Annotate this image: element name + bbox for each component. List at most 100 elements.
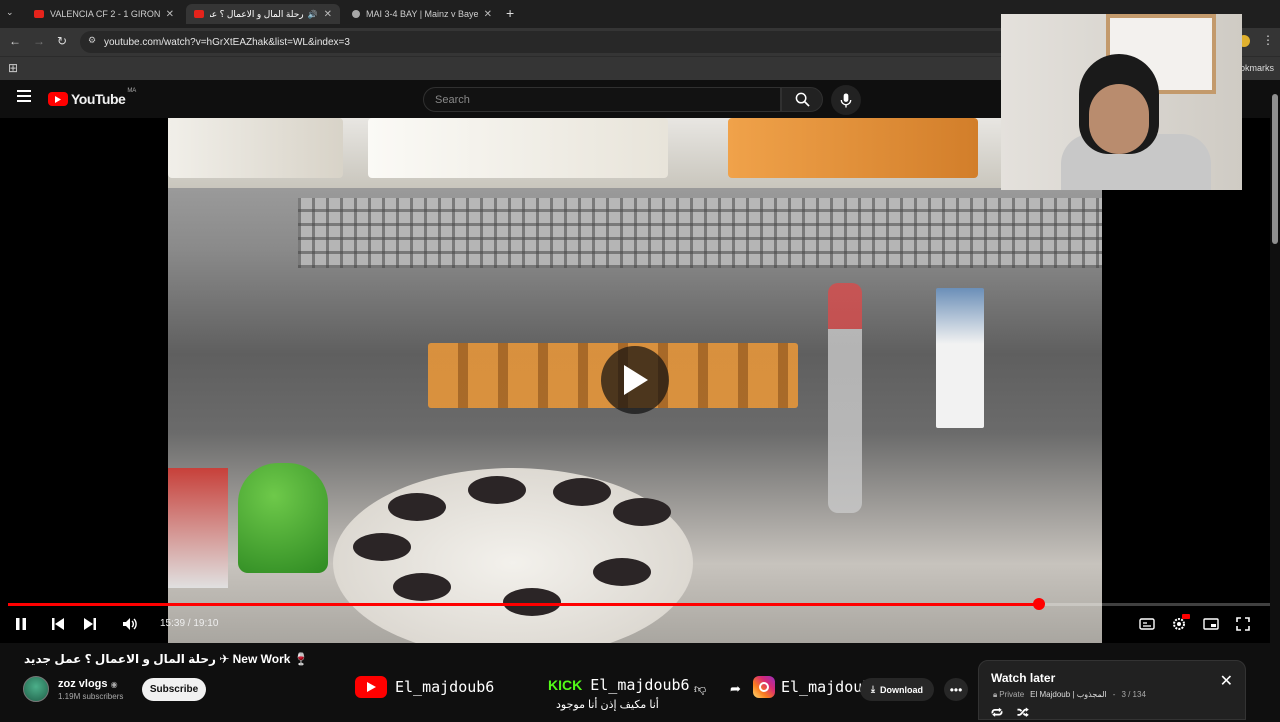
tab-title: MAI 3-4 BAY | Mainz v Bayern M bbox=[366, 9, 478, 19]
cookie bbox=[393, 573, 451, 601]
playlist-meta: 🔒︎ Private El Majdoub | المجذوب - 3 / 13… bbox=[993, 690, 1146, 700]
channel-avatar[interactable] bbox=[23, 676, 49, 702]
browser-tab-active[interactable]: رحلة المال و الاعمال ؟ عمل... 🔊 ✕ bbox=[186, 4, 340, 24]
red-cake bbox=[168, 468, 228, 588]
fullscreen-icon bbox=[1236, 617, 1250, 631]
speaker-icon[interactable]: 🔊 bbox=[308, 10, 318, 19]
browser-tab-valencia[interactable]: VALENCIA CF 2 - 1 GIRONA FC ✕ bbox=[26, 4, 182, 24]
hamburger-menu-icon[interactable] bbox=[17, 90, 31, 102]
close-tab-icon[interactable]: ✕ bbox=[484, 9, 492, 20]
site-favicon-icon bbox=[352, 10, 360, 18]
playlist-owner[interactable]: El Majdoub | المجذوب bbox=[1030, 690, 1107, 700]
country-code: MA bbox=[127, 88, 137, 94]
close-tab-icon[interactable]: ✕ bbox=[324, 9, 332, 20]
download-icon: ⤓ bbox=[871, 684, 875, 694]
oreo-cheesecake bbox=[333, 468, 693, 643]
download-button[interactable]: ⤓ Download bbox=[860, 678, 934, 701]
playlist-privacy: Private bbox=[999, 690, 1025, 699]
volume-icon bbox=[123, 618, 137, 630]
back-icon[interactable]: ← bbox=[9, 34, 21, 48]
youtube-play-logo-icon bbox=[48, 92, 68, 106]
skip-previous-icon bbox=[52, 618, 64, 630]
yogurt-cups bbox=[368, 118, 668, 178]
next-button[interactable] bbox=[78, 612, 102, 636]
playlist-position: 3 / 134 bbox=[1121, 690, 1146, 699]
separator: - bbox=[1112, 690, 1116, 699]
orange-cups-top bbox=[728, 118, 978, 178]
video-caption: أنا مكيف إذن أنا موجود bbox=[556, 699, 659, 711]
cookie bbox=[353, 533, 411, 561]
lock-icon: 🔒︎ bbox=[993, 690, 998, 699]
progress-played bbox=[8, 603, 1040, 606]
logo-text: YouTube bbox=[71, 91, 126, 107]
channel-name[interactable]: zoz vlogs ◉ bbox=[58, 678, 118, 690]
video-frame bbox=[168, 118, 1102, 643]
voice-search-button[interactable] bbox=[831, 85, 861, 115]
cookie bbox=[388, 493, 446, 521]
youtube-logo-icon bbox=[355, 676, 387, 698]
youtube-logo[interactable]: YouTube MA bbox=[48, 88, 137, 107]
shuffle-icon[interactable]: 🔀︎ bbox=[1017, 705, 1029, 722]
streamer-face bbox=[1089, 84, 1149, 154]
close-icon[interactable]: ✕ bbox=[1220, 671, 1233, 691]
site-info-icon[interactable]: ⚙ bbox=[88, 35, 96, 46]
previous-button[interactable] bbox=[46, 612, 70, 636]
kick-logo-icon: KICK bbox=[548, 677, 583, 693]
overlay-youtube-handle: El_majdoub6 bbox=[355, 676, 494, 698]
overlay-kick-handle: KICK El_majdoub6 bbox=[548, 676, 690, 694]
share-icon[interactable]: ➦ bbox=[730, 681, 741, 697]
skip-next-icon bbox=[84, 618, 96, 630]
captions-icon bbox=[1139, 618, 1155, 630]
playlist-panel: Watch later 🔒︎ Private El Majdoub | المج… bbox=[978, 660, 1246, 720]
url-text: youtube.com/watch?v=hGrXtEAZhak&list=WL&… bbox=[104, 36, 350, 48]
verified-icon: ◉ bbox=[110, 680, 118, 689]
more-actions-button[interactable]: ••• bbox=[944, 678, 968, 701]
time-display: 15:39 / 19:10 bbox=[160, 618, 219, 629]
play-icon bbox=[624, 365, 648, 395]
miniplayer-button[interactable] bbox=[1199, 612, 1223, 636]
reload-icon[interactable]: ↻ bbox=[57, 34, 67, 48]
pause-icon bbox=[16, 618, 26, 630]
pause-button[interactable] bbox=[9, 612, 33, 636]
cookie bbox=[468, 476, 526, 504]
apps-grid-icon[interactable]: ⊞ bbox=[8, 61, 18, 75]
volume-button[interactable] bbox=[118, 612, 142, 636]
loop-icon[interactable]: 🔁︎ bbox=[991, 705, 1003, 722]
search-button[interactable] bbox=[781, 87, 823, 112]
search-input[interactable]: Search bbox=[423, 87, 781, 112]
yogurt-jars bbox=[168, 118, 343, 178]
tab-search-icon[interactable]: ⌄ bbox=[6, 7, 20, 21]
video-title: رحلة المال و الاعمال ؟ عمل جديد ✈ New Wo… bbox=[24, 652, 309, 666]
green-cake bbox=[238, 463, 328, 573]
all-bookmarks-label[interactable]: okmarks bbox=[1240, 63, 1274, 73]
subscribe-button[interactable]: Subscribe bbox=[142, 678, 206, 701]
milk-carton bbox=[936, 288, 984, 428]
youtube-favicon-icon bbox=[194, 10, 204, 18]
hd-badge-icon bbox=[1182, 614, 1190, 619]
search-icon bbox=[795, 92, 810, 107]
miniplayer-icon bbox=[1203, 618, 1219, 630]
instagram-logo-icon bbox=[753, 676, 775, 698]
progress-bar[interactable] bbox=[8, 598, 1272, 610]
playlist-title[interactable]: Watch later bbox=[991, 671, 1055, 685]
new-tab-button[interactable]: + bbox=[506, 5, 514, 21]
cookie bbox=[613, 498, 671, 526]
fridge-grill bbox=[298, 198, 1102, 268]
page-scrollbar[interactable] bbox=[1270, 80, 1280, 720]
fullscreen-button[interactable] bbox=[1231, 612, 1255, 636]
menu-kebab-icon[interactable]: ⋮ bbox=[1262, 33, 1274, 47]
dislike-icon[interactable]: 👎︎ bbox=[694, 682, 706, 697]
subscriber-count: 1.19M subscribers bbox=[58, 692, 124, 701]
browser-tab-mainz[interactable]: MAI 3-4 BAY | Mainz v Bayern M ✕ bbox=[344, 4, 500, 24]
settings-button[interactable] bbox=[1167, 612, 1191, 636]
video-player[interactable]: 15:39 / 19:10 bbox=[0, 118, 1280, 643]
close-tab-icon[interactable]: ✕ bbox=[166, 9, 174, 20]
forward-icon[interactable]: → bbox=[33, 34, 45, 48]
captions-button[interactable] bbox=[1135, 612, 1159, 636]
play-button-overlay[interactable] bbox=[601, 346, 669, 414]
more-horizontal-icon: ••• bbox=[949, 682, 963, 697]
cookie bbox=[593, 558, 651, 586]
microphone-icon bbox=[840, 92, 852, 108]
scrollbar-thumb[interactable] bbox=[1272, 94, 1278, 244]
youtube-favicon-icon bbox=[34, 10, 44, 18]
